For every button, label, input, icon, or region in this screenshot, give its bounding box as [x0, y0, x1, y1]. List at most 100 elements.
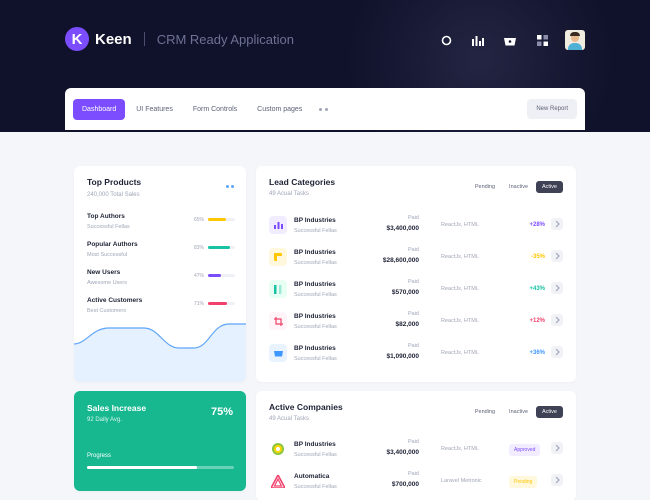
- chevron-right-icon[interactable]: [551, 442, 563, 454]
- table-row[interactable]: Automatica Successful Fellas Paid $700,0…: [269, 470, 563, 496]
- sales-wave-chart: [74, 323, 246, 382]
- product-subtitle: Awesome Users: [87, 280, 127, 286]
- filter-inactive[interactable]: Inactive: [503, 181, 534, 193]
- card-subtitle: 49 Acual Tasks: [269, 191, 309, 197]
- card-title: Sales Increase: [87, 403, 147, 413]
- status-filter: Pending Inactive Active: [469, 406, 563, 418]
- company-subtitle: Successful Fellas: [294, 292, 337, 298]
- paid-amount: $3,400,000: [386, 449, 419, 456]
- active-companies-card: Active Companies 49 Acual Tasks Pending …: [256, 391, 576, 500]
- divider: [143, 32, 145, 46]
- sales-percent: 75%: [210, 406, 233, 418]
- paid-label: Paid: [407, 215, 419, 221]
- table-row[interactable]: BP Industries Successful Fellas Paid $57…: [269, 278, 563, 304]
- product-row: Active Customers Best Customers 71%: [87, 297, 237, 319]
- basket-icon[interactable]: [501, 31, 519, 49]
- tech-stack: ReactJs, HTML: [441, 446, 479, 452]
- product-row: Top Authors Successful Fellas 65%: [87, 213, 237, 235]
- chevron-right-icon[interactable]: [551, 282, 563, 294]
- paid-label: Paid: [407, 279, 419, 285]
- chevron-right-icon[interactable]: [551, 314, 563, 326]
- progress-label: Progress: [87, 453, 112, 459]
- header-toolbar: [437, 30, 585, 50]
- filter-pending[interactable]: Pending: [469, 181, 501, 193]
- company-name[interactable]: BP Industries: [294, 441, 336, 448]
- change-value: -35%: [530, 254, 545, 260]
- more-options-icon[interactable]: [226, 185, 234, 188]
- progress-fill: [208, 274, 221, 277]
- progress-fill: [208, 246, 231, 249]
- more-tabs-icon[interactable]: [319, 107, 329, 111]
- company-name[interactable]: BP Industries: [294, 281, 336, 288]
- card-title: Active Companies: [269, 402, 343, 412]
- sales-increase-card: Sales Increase 92 Daily Avg. 75% Progres…: [74, 391, 246, 491]
- filter-pending[interactable]: Pending: [469, 406, 501, 418]
- change-value: +36%: [529, 350, 545, 356]
- company-name[interactable]: Automatica: [294, 473, 329, 480]
- tab-form-controls[interactable]: Form Controls: [184, 99, 246, 120]
- automatica-logo-icon: [269, 472, 287, 490]
- product-subtitle: Successful Fellas: [87, 224, 130, 230]
- table-row[interactable]: BP Industries Successful Fellas Paid $82…: [269, 310, 563, 336]
- product-subtitle: Most Successful: [87, 252, 128, 258]
- cube-icon: [269, 248, 287, 266]
- cart-icon: [269, 344, 287, 362]
- chart-icon: [269, 216, 287, 234]
- tech-stack: ReactJs, HTML: [441, 222, 479, 228]
- card-subtitle: 49 Acual Tasks: [269, 416, 309, 422]
- company-subtitle: Successful Fellas: [294, 228, 337, 234]
- company-name[interactable]: BP Industries: [294, 313, 336, 320]
- filter-active[interactable]: Active: [536, 406, 563, 418]
- chevron-right-icon[interactable]: [551, 218, 563, 230]
- tab-custom-pages[interactable]: Custom pages: [248, 99, 311, 120]
- grid-icon[interactable]: [533, 31, 551, 49]
- chevron-right-icon[interactable]: [551, 346, 563, 358]
- company-name[interactable]: BP Industries: [294, 345, 336, 352]
- new-report-button[interactable]: New Report: [527, 99, 577, 119]
- tech-stack: ReactJs, HTML: [441, 254, 479, 260]
- filter-active[interactable]: Active: [536, 181, 563, 193]
- table-row[interactable]: BP Industries Successful Fellas Paid $1,…: [269, 342, 563, 368]
- main-navigation: Dashboard UI Features Form Controls Cust…: [65, 88, 585, 130]
- chevron-right-icon[interactable]: [551, 250, 563, 262]
- stats-icon[interactable]: [469, 31, 487, 49]
- logo-icon: K: [65, 27, 89, 51]
- tab-dashboard[interactable]: Dashboard: [73, 98, 126, 120]
- change-value: +43%: [529, 286, 545, 292]
- product-progress-bar: [208, 218, 235, 221]
- company-name[interactable]: BP Industries: [294, 217, 336, 224]
- paid-amount: $82,000: [395, 321, 420, 328]
- card-subtitle: 240,000 Total Sales: [87, 192, 140, 198]
- paid-label: Paid: [407, 311, 419, 317]
- tab-ui-features[interactable]: UI Features: [127, 99, 182, 120]
- change-value: +28%: [529, 222, 545, 228]
- logo[interactable]: K Keen CRM Ready Application: [65, 27, 294, 51]
- app-title: CRM Ready Application: [156, 31, 294, 47]
- card-title: Top Products: [87, 177, 142, 187]
- status-badge: Approved: [509, 444, 541, 456]
- table-row[interactable]: BP Industries Successful Fellas Paid $3,…: [269, 214, 563, 240]
- paid-amount: $3,400,000: [386, 225, 419, 232]
- table-row[interactable]: BP Industries Successful Fellas Paid $28…: [269, 246, 563, 272]
- paid-label: Paid: [407, 247, 419, 253]
- filter-inactive[interactable]: Inactive: [503, 406, 534, 418]
- sales-progress-bar: [87, 466, 234, 469]
- top-products-card: Top Products 240,000 Total Sales Top Aut…: [74, 166, 246, 382]
- paid-label: Paid: [407, 471, 419, 477]
- chevron-right-icon[interactable]: [551, 474, 563, 486]
- table-row[interactable]: BP Industries Successful Fellas Paid $3,…: [269, 438, 563, 464]
- card-subtitle: 92 Daily Avg.: [87, 417, 122, 423]
- lead-categories-card: Lead Categories 49 Acual Tasks Pending I…: [256, 166, 576, 382]
- company-name[interactable]: BP Industries: [294, 249, 336, 256]
- company-subtitle: Successful Fellas: [294, 324, 337, 330]
- product-percent: 65%: [194, 217, 205, 223]
- crop-icon: [269, 312, 287, 330]
- product-progress-bar: [208, 274, 235, 277]
- avatar[interactable]: [565, 30, 585, 50]
- company-subtitle: Successful Fellas: [294, 484, 337, 490]
- bp-logo-icon: [269, 440, 287, 458]
- product-percent: 71%: [194, 301, 205, 307]
- progress-fill: [208, 218, 226, 221]
- status-badge: Pending: [509, 476, 538, 488]
- search-icon[interactable]: [437, 31, 455, 49]
